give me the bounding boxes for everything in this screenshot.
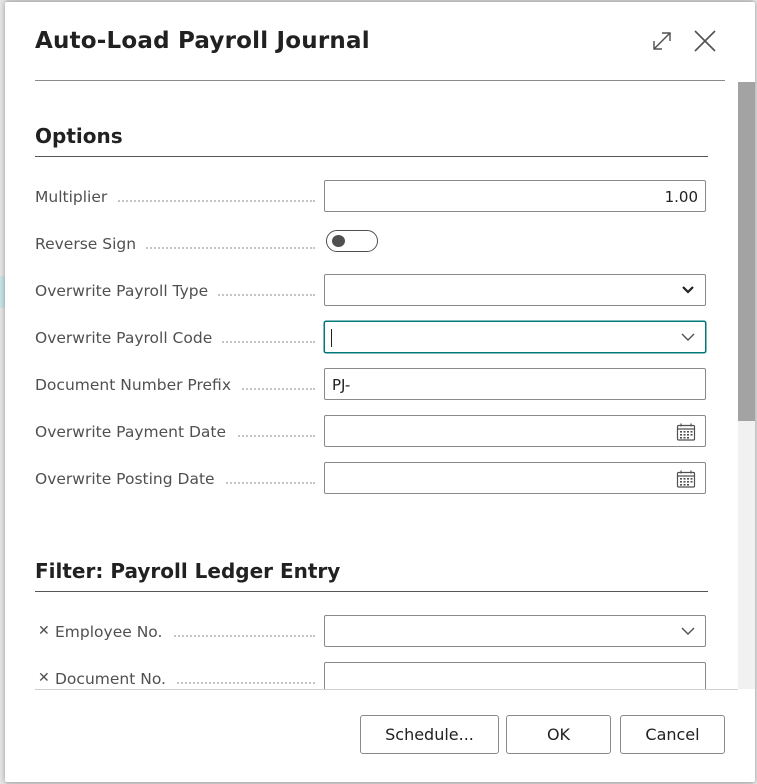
overwrite-payroll-type-select[interactable] [324, 274, 706, 306]
chevron-down-icon [681, 285, 695, 295]
dialog-title: Auto-Load Payroll Journal [35, 28, 370, 54]
header-divider [35, 80, 725, 81]
options-section-title: Options [35, 124, 123, 148]
document-no-input[interactable] [324, 662, 706, 689]
overwrite-payment-date-label: Overwrite Payment Date [35, 423, 237, 441]
employee-no-input[interactable] [324, 615, 706, 647]
text-caret [331, 329, 332, 347]
multiplier-input[interactable]: 1.00 [324, 180, 706, 212]
overwrite-payroll-code-label: Overwrite Payroll Code [35, 329, 223, 347]
leader-dots [155, 635, 315, 637]
employee-no-label: Employee No. [55, 623, 173, 641]
remove-filter-icon[interactable]: ✕ [38, 623, 50, 639]
overwrite-posting-date-label: Overwrite Posting Date [35, 470, 225, 488]
cancel-button[interactable]: Cancel [620, 715, 725, 754]
leader-dots [115, 200, 315, 202]
document-number-prefix-value: PJ- [332, 376, 351, 394]
ok-button[interactable]: OK [506, 715, 611, 754]
multiplier-value: 1.00 [664, 188, 698, 206]
dialog-content[interactable]: Options Multiplier 1.00 Reverse Sign Ove… [5, 82, 737, 689]
reverse-sign-row: Reverse Sign [35, 227, 708, 261]
footer-divider [35, 689, 738, 690]
multiplier-label: Multiplier [35, 188, 118, 206]
multiplier-row: Multiplier 1.00 [35, 180, 708, 214]
scrollbar-thumb[interactable] [738, 82, 755, 421]
document-no-row: ✕ Document No. [35, 662, 708, 689]
overwrite-payroll-code-input[interactable] [324, 321, 706, 353]
document-number-prefix-input[interactable]: PJ- [324, 368, 706, 400]
overwrite-posting-date-input[interactable] [324, 462, 706, 494]
schedule-button[interactable]: Schedule... [360, 715, 499, 754]
overwrite-posting-date-row: Overwrite Posting Date [35, 462, 708, 496]
reverse-sign-label: Reverse Sign [35, 235, 147, 253]
filter-section-title: Filter: Payroll Ledger Entry [35, 559, 341, 583]
overwrite-payroll-type-row: Overwrite Payroll Type [35, 274, 708, 308]
chevron-down-icon[interactable] [681, 332, 695, 342]
filter-section-divider [35, 591, 708, 592]
chevron-down-icon[interactable] [681, 626, 695, 636]
close-icon[interactable] [692, 28, 718, 54]
reverse-sign-toggle[interactable] [326, 230, 378, 252]
calendar-icon[interactable] [676, 423, 696, 441]
overwrite-payroll-code-row: Overwrite Payroll Code [35, 321, 708, 355]
document-number-prefix-label: Document Number Prefix [35, 376, 241, 394]
document-number-prefix-row: Document Number Prefix PJ- [35, 368, 708, 402]
overwrite-payroll-type-label: Overwrite Payroll Type [35, 282, 219, 300]
toggle-knob [332, 235, 345, 247]
employee-no-row: ✕ Employee No. [35, 615, 708, 649]
document-no-label: Document No. [55, 670, 176, 688]
expand-icon[interactable] [651, 30, 673, 52]
remove-filter-icon[interactable]: ✕ [38, 670, 50, 686]
options-section-divider [35, 156, 708, 157]
auto-load-payroll-journal-dialog: Auto-Load Payroll Journal Options Multip… [5, 2, 755, 782]
overwrite-payment-date-input[interactable] [324, 415, 706, 447]
overwrite-payment-date-row: Overwrite Payment Date [35, 415, 708, 449]
calendar-icon[interactable] [676, 470, 696, 488]
leader-dots [160, 682, 315, 684]
